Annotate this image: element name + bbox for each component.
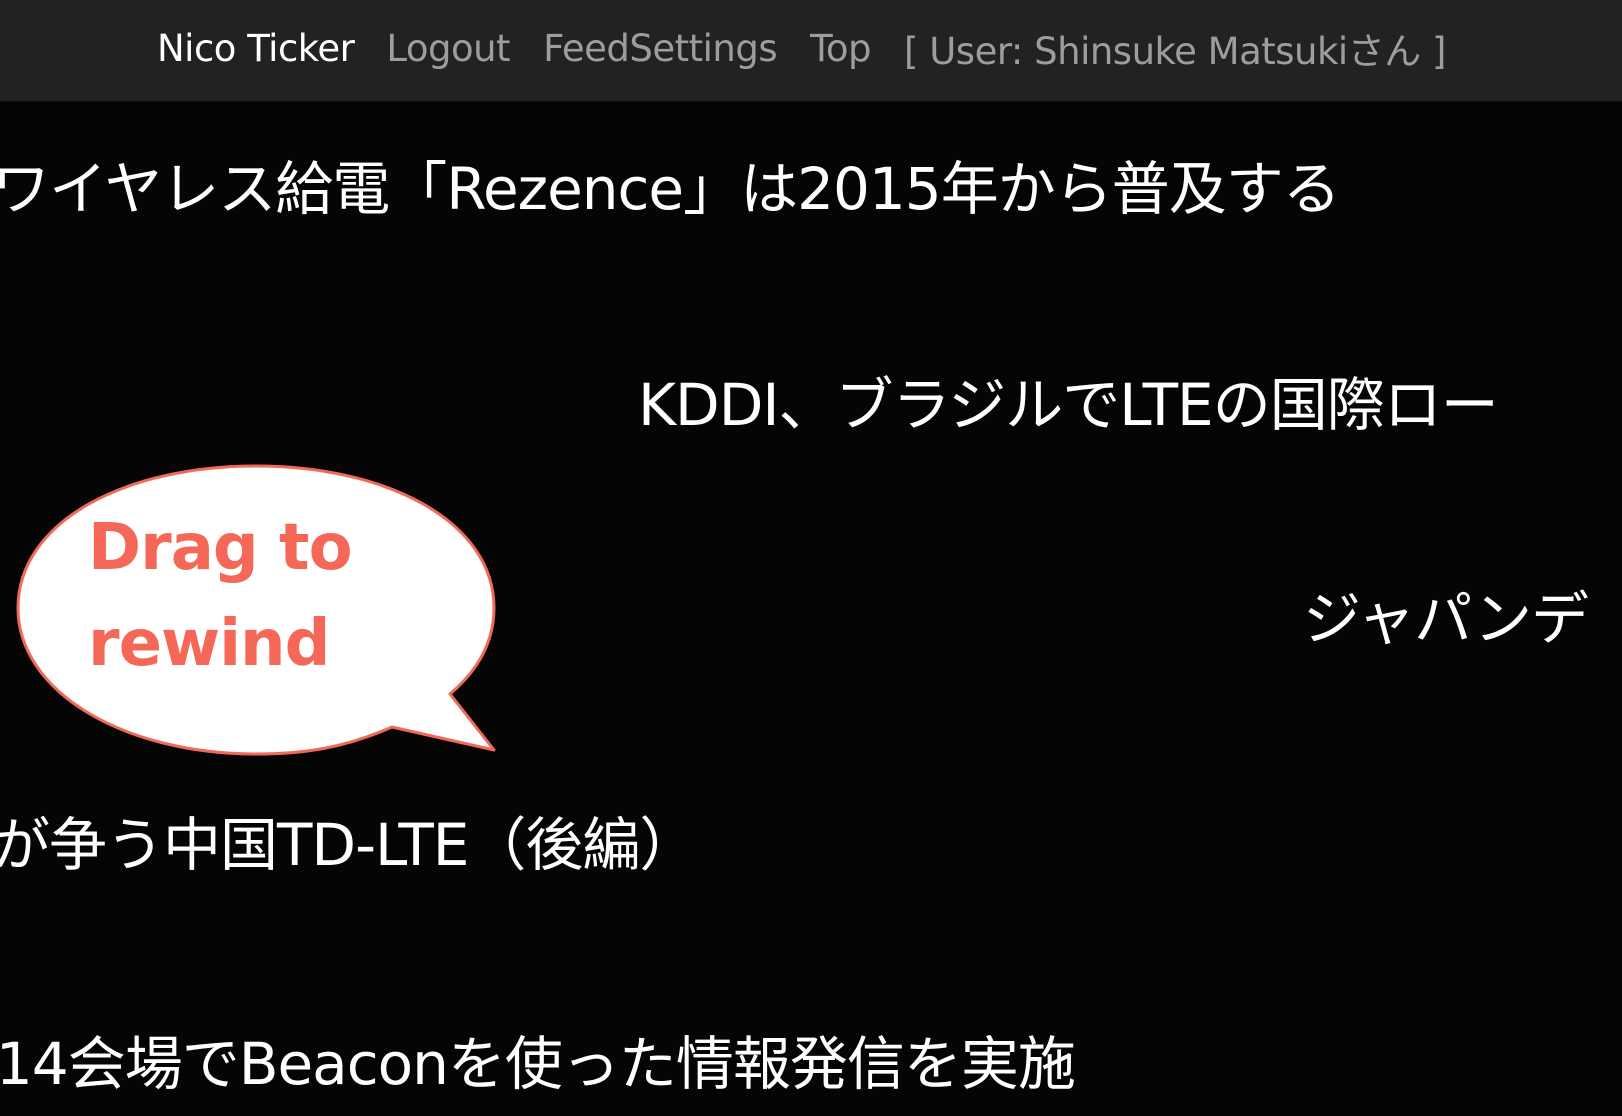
ticker-item[interactable]: ジャパンデ [1303, 590, 1589, 648]
ticker-item[interactable]: KDDI、ブラジルでLTEの国際ロー [638, 376, 1499, 434]
drag-to-rewind-tooltip: Drag to rewind [14, 462, 504, 762]
brand-link[interactable]: Nico Ticker [157, 27, 355, 70]
bubble-text: Drag to rewind [88, 500, 353, 692]
feed-settings-link[interactable]: FeedSettings [543, 27, 778, 70]
ticker-item[interactable]: が争う中国TD-LTE（後編） [0, 816, 697, 874]
top-link[interactable]: Top [810, 27, 871, 70]
user-label: [ User: Shinsuke Matsukiさん ] [904, 30, 1446, 73]
navbar-menu: Nico Ticker Logout FeedSettings Top [ Us… [157, 24, 1446, 74]
bubble-line-1: Drag to [88, 511, 353, 585]
ticker-item[interactable]: 014会場でBeaconを使った情報発信を実施 [0, 1035, 1076, 1093]
ticker-item[interactable]: ワイヤレス給電「Rezence」は2015年から普及する [0, 160, 1341, 218]
logout-link[interactable]: Logout [386, 27, 510, 70]
ticker-stage[interactable]: ワイヤレス給電「Rezence」は2015年から普及する KDDI、ブラジルでL… [0, 102, 1622, 1116]
top-navbar: Nico Ticker Logout FeedSettings Top [ Us… [0, 0, 1622, 102]
bubble-line-2: rewind [88, 607, 330, 681]
